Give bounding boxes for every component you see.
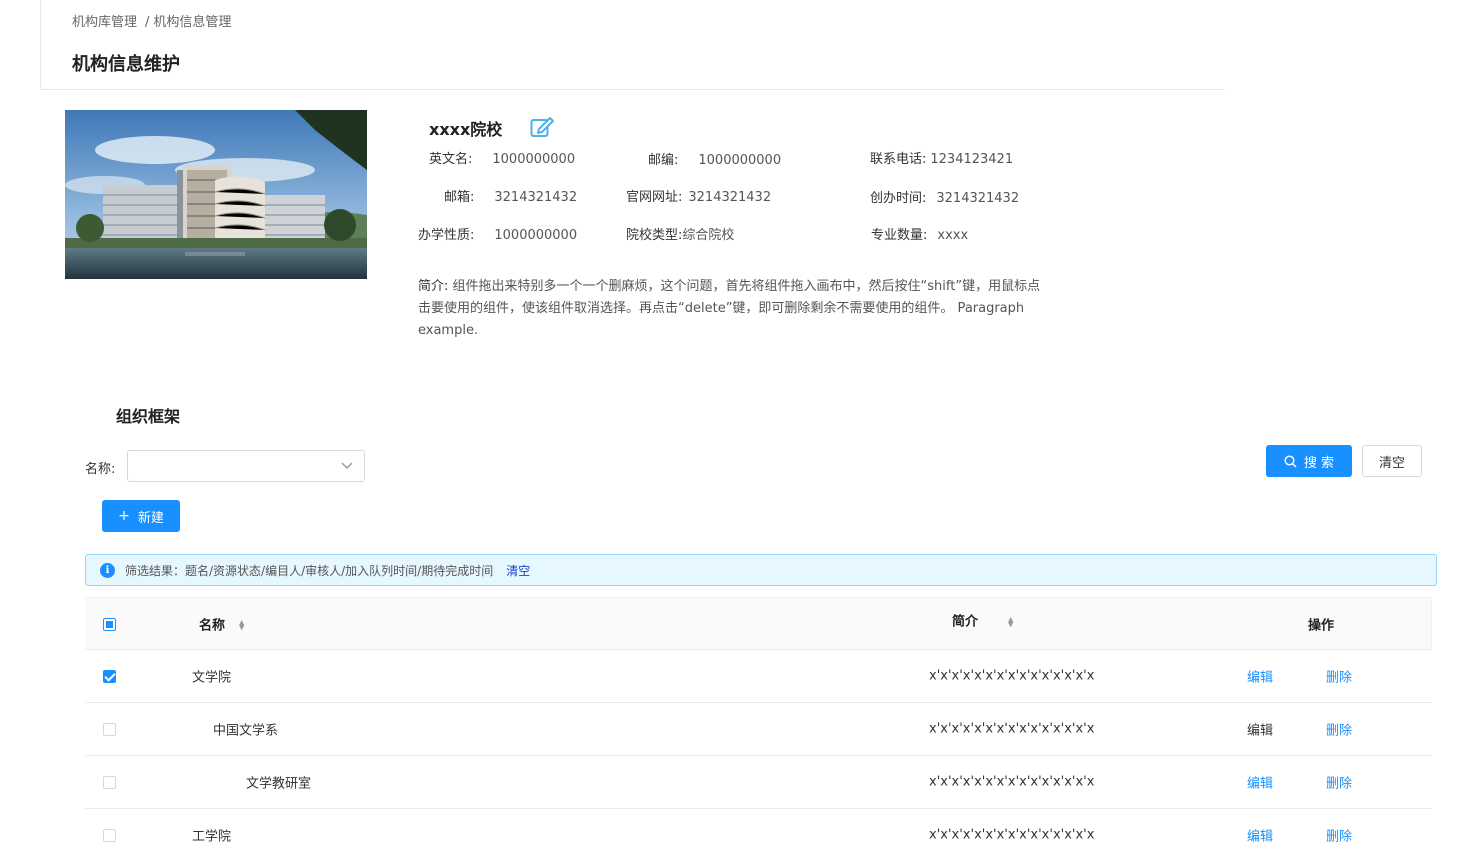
clear-button[interactable]: 清空 bbox=[1362, 445, 1422, 477]
page-title: 机构信息维护 bbox=[72, 54, 180, 75]
delete-link[interactable]: 删除 bbox=[1326, 773, 1352, 792]
intro-label: 简介: bbox=[418, 279, 449, 294]
row-checkbox[interactable] bbox=[103, 670, 116, 683]
org-table: 名称 ▲ ▼ 简介 ▲ ▼ 操作 文学院 x'x'x'x'x'x'x'x'x'x'x'x'… bbox=[85, 597, 1432, 858]
table-header: 名称 ▲ ▼ 简介 ▲ ▼ 操作 bbox=[85, 597, 1432, 650]
intro-line-1: 组件拖出来特别多一个一个删麻烦，这个问题，首先将组件拖入画布中，然后按住“shi… bbox=[452, 279, 1041, 294]
breadcrumb-item-info: 机构信息管理 bbox=[153, 15, 232, 30]
column-intro-header[interactable]: 简介 ▲ ▼ bbox=[952, 611, 1013, 630]
row-intro: x'x'x'x'x'x'x'x'x'x'x'x'x'x'x bbox=[929, 827, 1095, 843]
row-checkbox[interactable] bbox=[103, 829, 116, 842]
name-filter-select[interactable] bbox=[127, 450, 365, 482]
postcode-label: 邮编: bbox=[648, 153, 679, 168]
row-intro: x'x'x'x'x'x'x'x'x'x'x'x'x'x'x bbox=[929, 721, 1095, 737]
chevron-down-icon bbox=[341, 457, 353, 478]
english-name-label: 英文名: bbox=[429, 152, 473, 167]
column-intro-label: 简介 bbox=[952, 614, 979, 630]
org-section-title: 组织框架 bbox=[116, 407, 181, 426]
search-button[interactable]: 搜 索 bbox=[1266, 445, 1352, 477]
campus-photo bbox=[65, 110, 367, 279]
row-name: 文学院 bbox=[192, 670, 232, 686]
row-checkbox[interactable] bbox=[103, 776, 116, 789]
header-divider bbox=[40, 89, 1225, 90]
info-icon: i bbox=[100, 562, 115, 578]
phone-field: 联系电话: 1234123421 bbox=[870, 148, 1013, 167]
founded-value: 3214321432 bbox=[936, 191, 1020, 206]
english-name-value: 1000000000 bbox=[492, 152, 576, 167]
table-row: 中国文学系 x'x'x'x'x'x'x'x'x'x'x'x'x'x'x 编辑 删除 bbox=[85, 703, 1432, 756]
intro-line-2: 击要使用的组件，使该组件取消选择。再点击“delete”键，即可删除剩余不需要使… bbox=[418, 301, 1025, 316]
table-row: 工学院 x'x'x'x'x'x'x'x'x'x'x'x'x'x'x 编辑 删除 bbox=[85, 809, 1432, 858]
majors-value: xxxx bbox=[937, 228, 969, 243]
edit-link[interactable]: 编辑 bbox=[1247, 720, 1273, 739]
name-filter-label: 名称: bbox=[85, 462, 116, 477]
website-field: 官网网址: 3214321432 bbox=[626, 186, 771, 205]
new-button-label: 新建 bbox=[137, 510, 164, 526]
school-name: xxxx院校 bbox=[429, 120, 503, 139]
majors-label: 专业数量: bbox=[871, 228, 928, 243]
row-intro: x'x'x'x'x'x'x'x'x'x'x'x'x'x'x bbox=[929, 668, 1095, 684]
email-value: 3214321432 bbox=[494, 190, 578, 205]
row-checkbox[interactable] bbox=[103, 723, 116, 736]
email-label: 邮箱: bbox=[444, 190, 475, 205]
filter-result-text: 筛选结果：题名/资源状态/编目人/审核人/加入队列时间/期待完成时间 bbox=[125, 563, 494, 578]
filter-result-alert: i 筛选结果：题名/资源状态/编目人/审核人/加入队列时间/期待完成时间 清空 bbox=[85, 554, 1437, 586]
edit-icon[interactable] bbox=[530, 116, 554, 138]
row-intro: x'x'x'x'x'x'x'x'x'x'x'x'x'x'x bbox=[929, 774, 1095, 790]
search-icon bbox=[1284, 454, 1297, 468]
edit-link[interactable]: 编辑 bbox=[1247, 826, 1273, 845]
table-row: 文学教研室 x'x'x'x'x'x'x'x'x'x'x'x'x'x'x 编辑 删除 bbox=[85, 756, 1432, 809]
postcode-value: 1000000000 bbox=[698, 153, 782, 168]
row-name: 工学院 bbox=[192, 829, 232, 845]
delete-link[interactable]: 删除 bbox=[1326, 826, 1352, 845]
sort-icon[interactable]: ▲ ▼ bbox=[239, 619, 244, 631]
founded-field: 创办时间: 3214321432 bbox=[870, 187, 1019, 206]
new-button[interactable]: + 新建 bbox=[102, 500, 180, 532]
breadcrumb-item-library[interactable]: 机构库管理 bbox=[72, 15, 137, 30]
column-action-header: 操作 bbox=[1308, 618, 1335, 633]
nature-value: 1000000000 bbox=[494, 228, 578, 243]
alert-clear-link[interactable]: 清空 bbox=[506, 562, 530, 579]
edit-link[interactable]: 编辑 bbox=[1247, 773, 1273, 792]
delete-link[interactable]: 删除 bbox=[1326, 720, 1352, 739]
select-all-checkbox[interactable] bbox=[103, 617, 116, 631]
nature-field: 办学性质: 1000000000 bbox=[418, 224, 577, 243]
delete-link[interactable]: 删除 bbox=[1326, 667, 1352, 686]
breadcrumb: 机构库管理 / 机构信息管理 bbox=[72, 11, 231, 30]
website-value: 3214321432 bbox=[688, 190, 772, 205]
column-name-label: 名称 bbox=[199, 618, 226, 633]
website-label: 官网网址: bbox=[626, 190, 683, 205]
type-field: 院校类型:综合院校 bbox=[626, 224, 734, 243]
row-name: 文学教研室 bbox=[246, 776, 312, 792]
type-label: 院校类型: bbox=[626, 228, 683, 243]
majors-field: 专业数量: xxxx bbox=[871, 224, 968, 243]
school-intro: 简介: 组件拖出来特别多一个一个删麻烦，这个问题，首先将组件拖入画布中，然后按住… bbox=[418, 276, 1108, 342]
column-name-header[interactable]: 名称 ▲ ▼ bbox=[199, 614, 244, 633]
nature-label: 办学性质: bbox=[418, 228, 475, 243]
intro-line-3: example. bbox=[418, 323, 479, 338]
header-divider-vertical bbox=[40, 0, 41, 89]
founded-label: 创办时间: bbox=[870, 191, 927, 206]
sort-icon[interactable]: ▲ ▼ bbox=[1008, 616, 1013, 628]
type-value: 综合院校 bbox=[682, 228, 735, 243]
edit-link[interactable]: 编辑 bbox=[1247, 667, 1273, 686]
english-name-field: 英文名: 1000000000 bbox=[429, 148, 575, 167]
table-row: 文学院 x'x'x'x'x'x'x'x'x'x'x'x'x'x'x 编辑 删除 bbox=[85, 650, 1432, 703]
breadcrumb-separator: / bbox=[145, 15, 150, 30]
email-field: 邮箱: 3214321432 bbox=[444, 186, 577, 205]
row-name: 中国文学系 bbox=[213, 723, 279, 739]
phone-label: 联系电话: bbox=[870, 152, 927, 167]
phone-value: 1234123421 bbox=[930, 152, 1014, 167]
search-button-label: 搜 索 bbox=[1303, 455, 1335, 471]
postcode-field: 邮编: 1000000000 bbox=[648, 149, 781, 168]
plus-icon: + bbox=[118, 508, 130, 524]
table-body: 文学院 x'x'x'x'x'x'x'x'x'x'x'x'x'x'x 编辑 删除 中国文学… bbox=[85, 650, 1432, 858]
